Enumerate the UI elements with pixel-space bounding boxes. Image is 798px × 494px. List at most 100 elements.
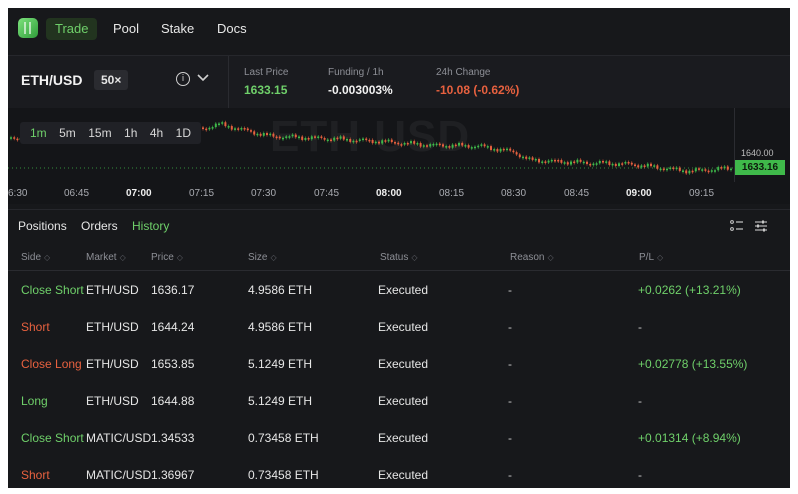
timeframe-4h[interactable]: 4h	[150, 122, 163, 144]
column-header-size[interactable]: Size ◇	[248, 252, 277, 263]
candle	[582, 160, 585, 165]
candle	[480, 142, 483, 148]
candle	[650, 162, 652, 168]
table-row[interactable]: Short MATIC/USD 1.36967 0.73458 ETH Exec…	[8, 456, 790, 488]
column-header-price[interactable]: Price ◇	[151, 252, 183, 263]
candle	[678, 166, 681, 173]
candle	[624, 160, 627, 166]
candle	[490, 144, 492, 152]
candle	[310, 134, 313, 141]
candle	[509, 147, 512, 153]
settings-sliders-icon[interactable]	[754, 219, 768, 233]
candle	[442, 142, 444, 149]
tab-positions[interactable]: Positions	[18, 219, 67, 233]
candle	[611, 162, 614, 167]
candle	[522, 155, 524, 160]
candle	[243, 126, 246, 132]
column-header-reason[interactable]: Reason ◇	[510, 252, 554, 263]
candle	[320, 134, 323, 140]
cell-side: Close Short	[21, 283, 84, 297]
column-header-side[interactable]: Side ◇	[21, 252, 50, 263]
last-price-value: 1633.15	[244, 83, 288, 97]
candle	[278, 135, 281, 140]
cell-size: 4.9586 ETH	[248, 283, 313, 297]
cell-market: ETH/USD	[86, 357, 139, 371]
candle	[570, 160, 572, 166]
cell-reason: -	[508, 357, 512, 371]
cell-market: ETH/USD	[86, 320, 139, 334]
candle	[368, 138, 371, 143]
chevron-down-icon[interactable]	[196, 70, 210, 84]
nav-item-stake[interactable]: Stake	[152, 18, 203, 40]
candle	[406, 141, 409, 146]
candle	[358, 137, 361, 143]
timeframe-1m[interactable]: 1m	[30, 122, 47, 144]
candle	[218, 122, 220, 127]
timeframe-5m[interactable]: 5m	[59, 122, 76, 144]
candle	[557, 158, 560, 163]
cell-reason: -	[508, 468, 512, 482]
cell-price: 1636.17	[151, 283, 195, 297]
cell-pl: +0.0262 (+13.21%)	[638, 283, 741, 297]
candle	[547, 159, 550, 165]
list-view-icon[interactable]	[730, 219, 744, 233]
cell-size: 0.73458 ETH	[248, 468, 319, 482]
table-row[interactable]: Close Short MATIC/USD 1.34533 0.73458 ET…	[8, 419, 790, 457]
table-row[interactable]: Close Short ETH/USD 1636.17 4.9586 ETH E…	[8, 271, 790, 309]
candle	[336, 136, 339, 141]
leverage-badge[interactable]: 50×	[94, 70, 129, 90]
candle	[234, 126, 236, 132]
timeframe-15m[interactable]: 15m	[88, 122, 111, 144]
candle	[330, 138, 332, 143]
cell-status: Executed	[378, 357, 429, 371]
candle	[314, 134, 316, 140]
nav-item-pool[interactable]: Pool	[104, 18, 148, 40]
candle	[470, 145, 473, 151]
cell-status: Executed	[378, 283, 429, 297]
tab-orders[interactable]: Orders	[81, 219, 118, 233]
table-row[interactable]: Short ETH/USD 1644.24 4.9586 ETH Execute…	[8, 308, 790, 346]
candle	[445, 144, 448, 150]
candle	[474, 145, 476, 150]
candle	[493, 147, 496, 153]
candle	[502, 147, 505, 152]
candle	[720, 165, 723, 171]
nav-item-docs[interactable]: Docs	[208, 18, 256, 40]
candle	[589, 162, 592, 167]
market-pair[interactable]: ETH/USD	[21, 72, 82, 88]
candle	[525, 155, 528, 161]
candle	[346, 137, 348, 143]
candle	[230, 124, 233, 132]
candle	[426, 143, 428, 149]
column-header-market[interactable]: Market ◇	[86, 252, 126, 263]
table-row[interactable]: Long ETH/USD 1644.88 5.1249 ETH Executed…	[8, 382, 790, 420]
candle	[637, 163, 640, 169]
nav-item-trade[interactable]: Trade	[46, 18, 98, 40]
table-row[interactable]: Close Long ETH/USD 1653.85 5.1249 ETH Ex…	[8, 345, 790, 383]
cell-reason: -	[508, 283, 512, 297]
candle	[403, 141, 406, 147]
candle	[317, 134, 320, 140]
candle	[365, 137, 368, 142]
candle	[202, 125, 204, 131]
funding-label: Funding / 1h	[328, 67, 384, 78]
app-logo-icon[interactable]	[18, 18, 38, 38]
time-label: 09:00	[626, 188, 652, 199]
candle	[250, 128, 252, 134]
timeframe-1d[interactable]: 1D	[176, 122, 191, 144]
candle	[682, 168, 684, 174]
candle	[621, 161, 624, 167]
candle	[653, 163, 656, 169]
candle	[602, 159, 604, 165]
column-header-status[interactable]: Status ◇	[380, 252, 418, 263]
info-icon[interactable]: i	[176, 72, 190, 86]
candle	[496, 147, 499, 153]
tab-history[interactable]: History	[132, 219, 169, 233]
candle	[458, 141, 460, 148]
candle	[272, 132, 275, 139]
cell-market: MATIC/USD	[86, 468, 152, 482]
candle	[659, 167, 662, 172]
timeframe-1h[interactable]: 1h	[124, 122, 137, 144]
column-header-pl[interactable]: P/L ◇	[639, 252, 663, 263]
candle	[595, 161, 598, 167]
